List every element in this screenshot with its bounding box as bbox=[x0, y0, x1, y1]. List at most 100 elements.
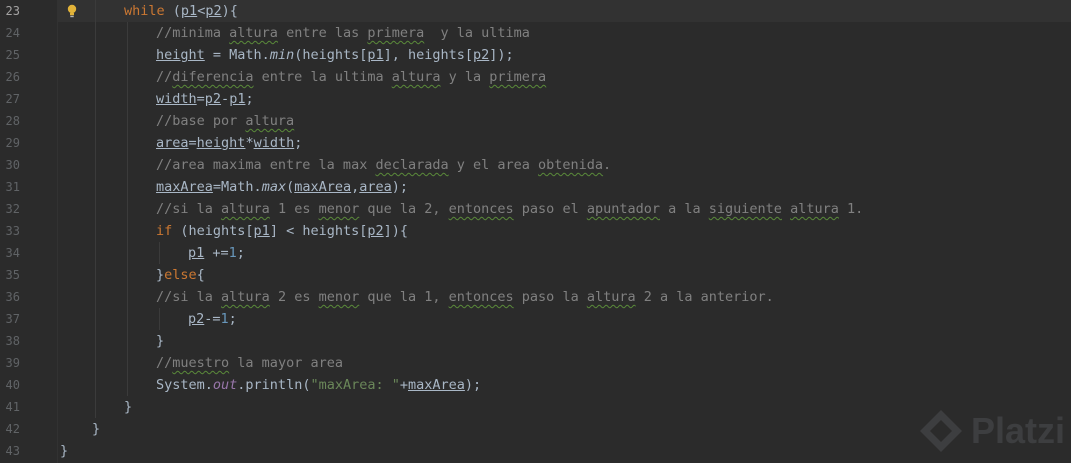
platzi-logo-icon bbox=[919, 410, 962, 452]
code-token: = bbox=[188, 135, 197, 151]
code-token: primera bbox=[367, 25, 425, 41]
code-token: = Math. bbox=[204, 47, 270, 63]
code-line[interactable]: height = Math.min(heights[p1], heights[p… bbox=[0, 44, 1071, 66]
code-token: "maxArea: " bbox=[310, 377, 400, 393]
code-line[interactable]: //si la altura 1 es menor que la 2, ento… bbox=[0, 198, 1071, 220]
code-token: height bbox=[196, 135, 246, 151]
code-line[interactable]: } bbox=[0, 418, 1071, 440]
code-token: =Math. bbox=[212, 179, 262, 195]
code-token: p2 bbox=[205, 3, 222, 19]
code-token: ); bbox=[391, 179, 409, 195]
code-token: else bbox=[164, 267, 197, 283]
code-token: out bbox=[212, 377, 238, 393]
code-line[interactable]: area=height*width; bbox=[0, 132, 1071, 154]
code-token: ( bbox=[286, 179, 295, 195]
code-token: ; bbox=[236, 245, 245, 261]
code-token: -= bbox=[204, 311, 221, 327]
code-line[interactable]: while (p1<p2){ bbox=[0, 0, 1071, 22]
code-token: p2 bbox=[367, 223, 384, 239]
code-token: entonces bbox=[448, 289, 514, 305]
code-line[interactable]: p2-=1; bbox=[0, 308, 1071, 330]
code-token: siguiente bbox=[708, 201, 782, 217]
code-token: maxArea bbox=[156, 179, 213, 195]
code-token: altura bbox=[586, 289, 636, 305]
code-line[interactable]: p1 +=1; bbox=[0, 242, 1071, 264]
code-token: ); bbox=[464, 377, 482, 393]
code-token: 2 a la anterior. bbox=[635, 289, 774, 305]
code-line[interactable]: //minima altura entre las primera y la u… bbox=[0, 22, 1071, 44]
code-token: p1 bbox=[180, 3, 198, 19]
code-token: } bbox=[156, 267, 165, 283]
code-line[interactable]: //area maxima entre la max declarada y e… bbox=[0, 154, 1071, 176]
code-token: p2 bbox=[188, 311, 205, 327]
code-token: que la 1, bbox=[359, 289, 449, 305]
code-token: { bbox=[196, 267, 205, 283]
code-token: ; bbox=[245, 91, 254, 107]
code-line[interactable]: maxArea=Math.max(maxArea,area); bbox=[0, 176, 1071, 198]
code-token: altura bbox=[221, 201, 270, 217]
code-token: p2 bbox=[204, 91, 222, 107]
code-token: ){ bbox=[221, 3, 238, 19]
code-line[interactable]: //diferencia entre la ultima altura y la… bbox=[0, 66, 1071, 88]
code-line[interactable]: width=p2-p1; bbox=[0, 88, 1071, 110]
code-token: * bbox=[245, 135, 254, 151]
code-token: ( bbox=[172, 3, 181, 19]
code-token: maxArea bbox=[408, 377, 465, 393]
code-token: } bbox=[60, 443, 69, 459]
code-line[interactable]: //muestro la mayor area bbox=[0, 352, 1071, 374]
code-token: - bbox=[221, 91, 230, 107]
code-token: while bbox=[124, 3, 173, 19]
code-token: //area maxima entre la max bbox=[156, 157, 376, 173]
code-token: p1 bbox=[367, 47, 384, 63]
code-token: System. bbox=[156, 377, 213, 393]
code-token: declarada bbox=[375, 157, 449, 173]
code-line[interactable]: //si la altura 2 es menor que la 1, ento… bbox=[0, 286, 1071, 308]
code-token: entonces bbox=[448, 201, 514, 217]
code-line[interactable]: } bbox=[0, 330, 1071, 352]
code-token: diferencia bbox=[172, 69, 254, 85]
code-token: width bbox=[156, 91, 197, 107]
code-line[interactable]: System.out.println("maxArea: "+maxArea); bbox=[0, 374, 1071, 396]
code-token: paso la bbox=[513, 289, 587, 305]
code-token: (heights[ bbox=[180, 223, 254, 239]
code-token: //si la bbox=[156, 289, 222, 305]
code-token: //minima bbox=[156, 25, 230, 41]
code-token: entre la ultima bbox=[253, 69, 392, 85]
code-line[interactable]: } bbox=[0, 440, 1071, 462]
code-token: a la bbox=[659, 201, 709, 217]
code-token: y la ultima bbox=[424, 25, 530, 41]
code-line[interactable]: //base por altura bbox=[0, 110, 1071, 132]
code-token: ] < heights[ bbox=[269, 223, 368, 239]
code-token: 1 es bbox=[269, 201, 319, 217]
code-line[interactable]: }else{ bbox=[0, 264, 1071, 286]
code-token: paso el bbox=[513, 201, 587, 217]
code-token: p1 bbox=[188, 245, 205, 261]
code-token: p1 bbox=[229, 91, 246, 107]
code-token: area bbox=[156, 135, 189, 151]
code-editor[interactable]: 23 while (p1<p2){24//minima altura entre … bbox=[0, 0, 1071, 463]
code-token: que la 2, bbox=[359, 201, 449, 217]
code-token: altura bbox=[229, 25, 278, 41]
code-token: . bbox=[603, 157, 612, 173]
code-token: //base por bbox=[156, 113, 246, 129]
code-token: area bbox=[359, 179, 392, 195]
code-token: ], heights[ bbox=[383, 47, 474, 63]
code-line[interactable]: if (heights[p1] < heights[p2]){ bbox=[0, 220, 1071, 242]
code-token: //si la bbox=[156, 201, 222, 217]
code-token: (heights[ bbox=[294, 47, 368, 63]
code-token: y la bbox=[440, 69, 490, 85]
code-token: altura bbox=[790, 201, 839, 217]
code-token: muestro bbox=[172, 355, 230, 371]
code-token: altura bbox=[391, 69, 441, 85]
code-token: } bbox=[92, 421, 101, 437]
code-line[interactable]: } bbox=[0, 396, 1071, 418]
code-token: menor bbox=[318, 201, 360, 217]
code-token: ]){ bbox=[383, 223, 409, 239]
code-token: ; bbox=[294, 135, 303, 151]
code-token: primera bbox=[489, 69, 547, 85]
code-token: + bbox=[399, 377, 408, 393]
code-token: maxArea bbox=[294, 179, 352, 195]
code-token: altura bbox=[221, 289, 270, 305]
code-token: += bbox=[204, 245, 229, 261]
